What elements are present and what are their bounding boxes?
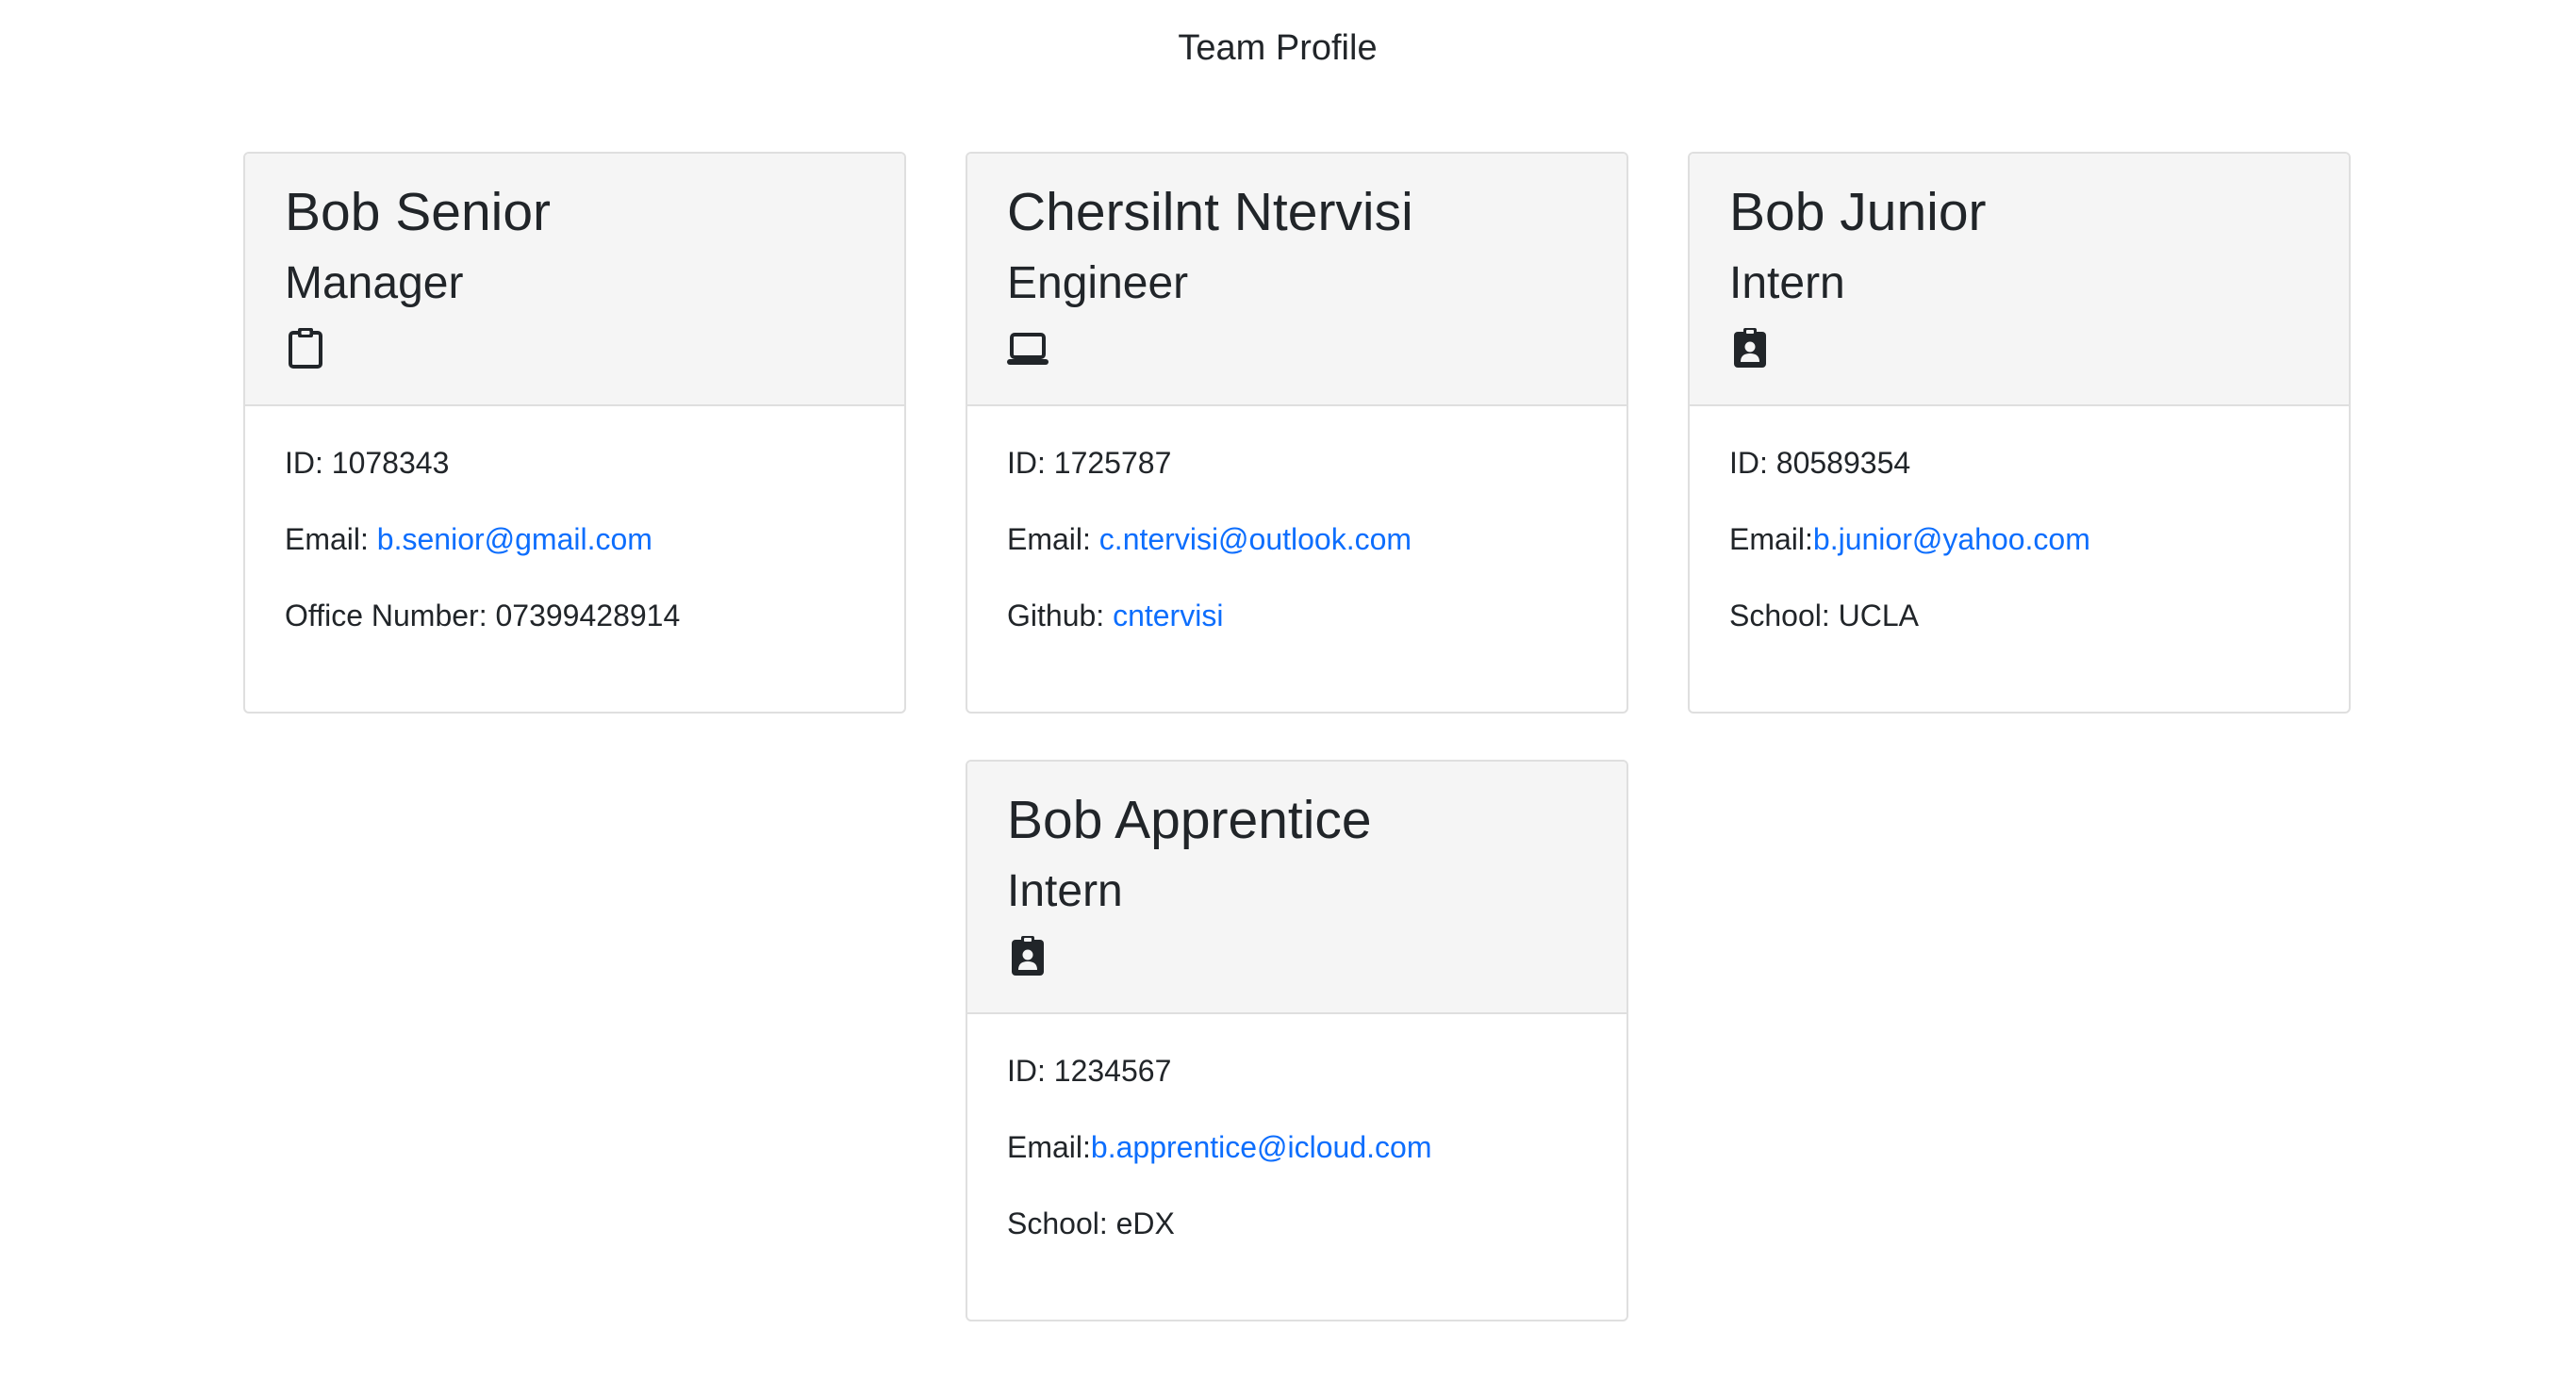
email-link[interactable]: b.apprentice@icloud.com bbox=[1091, 1130, 1432, 1164]
page-title: Team Profile bbox=[1178, 28, 1378, 68]
team-profile-page: Team Profile Bob Senior Manager ID: 1078… bbox=[0, 0, 2576, 1395]
email-label: Email: bbox=[1729, 522, 1813, 556]
school: School: UCLA bbox=[1729, 599, 1919, 632]
card-header: Bob Apprentice Intern bbox=[967, 762, 1627, 1014]
github-row: Github: cntervisi bbox=[1007, 597, 1627, 634]
employee-role: Manager bbox=[285, 258, 464, 308]
employee-card-intern: Bob Apprentice Intern ID: 1234567 Email:… bbox=[966, 760, 1628, 1321]
card-header: Chersilnt Ntervisi Engineer bbox=[967, 154, 1627, 406]
id-badge-icon bbox=[1734, 328, 1766, 368]
employee-card-intern: Bob Junior Intern ID: 80589354 Email:b.j… bbox=[1688, 152, 2351, 714]
employee-id: ID: 80589354 bbox=[1729, 446, 1911, 480]
email-link[interactable]: b.junior@yahoo.com bbox=[1813, 522, 2090, 556]
employee-email-row: Email: b.senior@gmail.com bbox=[285, 520, 904, 558]
card-header: Bob Senior Manager bbox=[245, 154, 904, 406]
employee-name: Bob Senior bbox=[285, 182, 552, 242]
employee-email-row: Email:b.apprentice@icloud.com bbox=[1007, 1128, 1627, 1166]
card-body: ID: 1078343 Email: b.senior@gmail.com Of… bbox=[245, 406, 904, 712]
github-link[interactable]: cntervisi bbox=[1113, 599, 1223, 632]
card-body: ID: 1234567 Email:b.apprentice@icloud.co… bbox=[967, 1014, 1627, 1320]
github-label: Github: bbox=[1007, 599, 1114, 632]
employee-role: Engineer bbox=[1007, 258, 1189, 308]
employee-role: Intern bbox=[1007, 866, 1123, 916]
clipboard-icon bbox=[289, 328, 322, 369]
employee-card-engineer: Chersilnt Ntervisi Engineer ID: 1725787 … bbox=[966, 152, 1628, 714]
employee-name: Chersilnt Ntervisi bbox=[1007, 182, 1413, 242]
employee-id: ID: 1234567 bbox=[1007, 1054, 1172, 1088]
email-label: Email: bbox=[285, 522, 377, 556]
email-label: Email: bbox=[1007, 1130, 1091, 1164]
employee-email-row: Email: c.ntervisi@outlook.com bbox=[1007, 520, 1627, 558]
employee-role: Intern bbox=[1729, 258, 1845, 308]
card-body: ID: 1725787 Email: c.ntervisi@outlook.co… bbox=[967, 406, 1627, 712]
card-header: Bob Junior Intern bbox=[1690, 154, 2349, 406]
email-link[interactable]: b.senior@gmail.com bbox=[377, 522, 652, 556]
employee-name: Bob Junior bbox=[1729, 182, 1987, 242]
email-link[interactable]: c.ntervisi@outlook.com bbox=[1099, 522, 1412, 556]
employee-name: Bob Apprentice bbox=[1007, 790, 1372, 850]
office-number: Office Number: 07399428914 bbox=[285, 599, 681, 632]
school: School: eDX bbox=[1007, 1206, 1175, 1240]
id-badge-icon bbox=[1012, 936, 1044, 976]
employee-card-manager: Bob Senior Manager ID: 1078343 Email: b.… bbox=[243, 152, 906, 714]
employee-email-row: Email:b.junior@yahoo.com bbox=[1729, 520, 2349, 558]
employee-id: ID: 1078343 bbox=[285, 446, 450, 480]
email-label: Email: bbox=[1007, 522, 1099, 556]
employee-id: ID: 1725787 bbox=[1007, 446, 1172, 480]
laptop-icon bbox=[1007, 333, 1049, 365]
card-body: ID: 80589354 Email:b.junior@yahoo.com Sc… bbox=[1690, 406, 2349, 712]
